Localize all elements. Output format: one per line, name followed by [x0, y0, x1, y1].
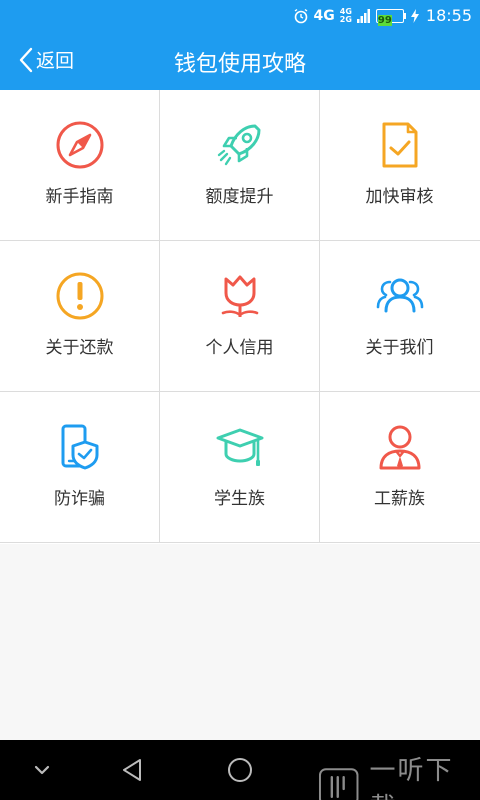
watermark-logo-icon — [318, 768, 359, 800]
battery-icon: 99 — [375, 8, 406, 26]
status-bar: 4G 4G 2G 99 18:55 — [0, 0, 480, 32]
charging-icon — [410, 8, 419, 23]
grid-item-credit-increase[interactable]: 额度提升 — [160, 90, 320, 241]
hide-keyboard-button[interactable] — [26, 754, 58, 786]
system-nav-bar: 一听下载 — [0, 740, 480, 800]
nav-bar: 返回 钱包使用攻略 — [0, 32, 480, 90]
top-bar: 4G 4G 2G 99 18:55 返回 钱包使用攻略 — [0, 0, 480, 90]
grid-item-label: 关于还款 — [45, 338, 114, 358]
network-type-dual: 4G 2G — [339, 7, 352, 24]
home-nav-button[interactable] — [224, 754, 256, 786]
grid-item-label: 额度提升 — [205, 187, 274, 207]
network-type: 4G — [313, 7, 335, 24]
status-time: 18:55 — [425, 6, 472, 25]
worker-icon — [379, 425, 421, 470]
status-icons: 4G 4G 2G 99 18:55 — [293, 6, 472, 26]
phone-shield-icon — [61, 424, 99, 470]
grid-item-salaried[interactable]: 工薪族 — [320, 392, 480, 543]
grid-item-label: 个人信用 — [205, 338, 274, 358]
signal-icon — [356, 8, 370, 23]
guide-grid: 新手指南 额度提升 加快审核 关于还款 个人信用 关于我们 防诈骗 学生族 工薪… — [0, 90, 480, 544]
watermark: 一听下载 — [318, 750, 480, 800]
page-title: 钱包使用攻略 — [173, 52, 306, 77]
rocket-icon — [217, 124, 261, 166]
grid-item-label: 防诈骗 — [54, 489, 105, 509]
grid-item-students[interactable]: 学生族 — [160, 392, 320, 543]
grid-item-label: 新手指南 — [45, 187, 114, 207]
grid-item-speed-review[interactable]: 加快审核 — [320, 90, 480, 241]
grid-item-newbie-guide[interactable]: 新手指南 — [0, 90, 160, 241]
graduation-cap-icon — [216, 428, 264, 466]
grid-item-label: 学生族 — [214, 489, 265, 509]
alarm-icon — [294, 8, 307, 23]
document-check-icon — [382, 122, 418, 168]
grid-item-about-us[interactable]: 关于我们 — [320, 241, 480, 392]
tulip-icon — [221, 275, 259, 317]
grid-item-repayment[interactable]: 关于还款 — [0, 241, 160, 392]
watermark-text: 一听下载 — [369, 756, 454, 800]
grid-item-label: 加快审核 — [365, 187, 434, 207]
grid-item-anti-fraud[interactable]: 防诈骗 — [0, 392, 160, 543]
back-nav-button[interactable] — [118, 754, 150, 786]
users-icon — [376, 278, 424, 313]
exclamation-circle-icon — [56, 272, 104, 320]
network-bottom: 2G — [339, 14, 352, 24]
grid-item-label: 工薪族 — [374, 489, 425, 509]
grid-item-personal-credit[interactable]: 个人信用 — [160, 241, 320, 392]
grid-item-label: 关于我们 — [365, 338, 434, 358]
battery-level: 99 — [377, 14, 392, 26]
compass-icon — [56, 121, 104, 169]
